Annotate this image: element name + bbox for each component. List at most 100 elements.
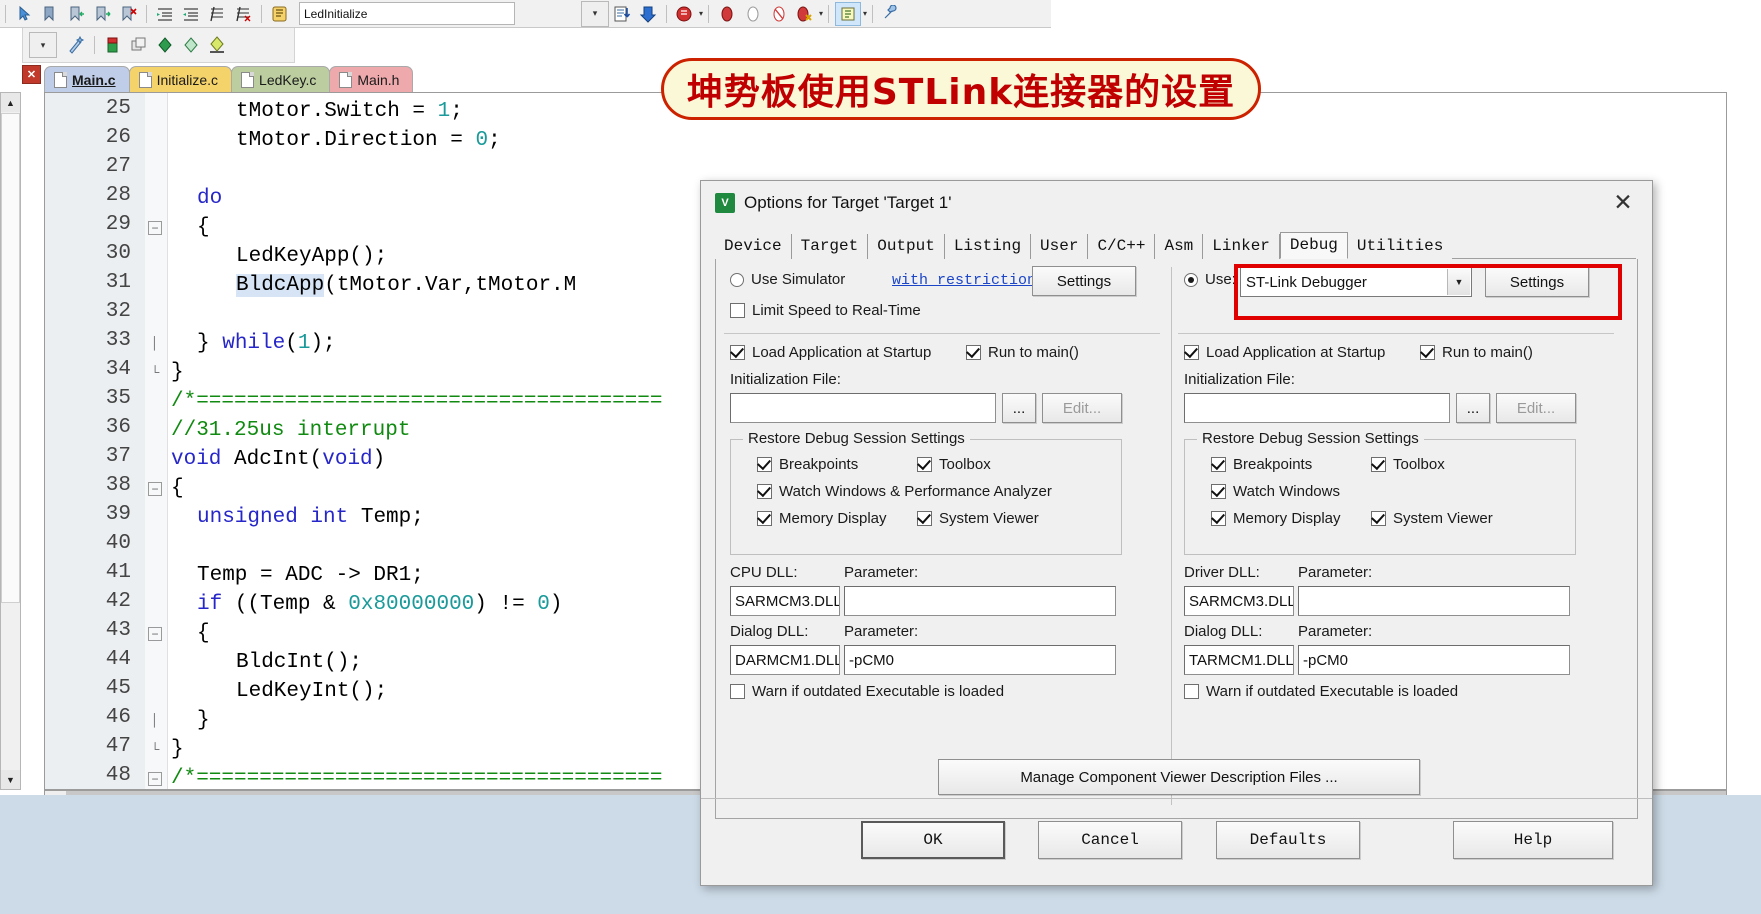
chevron-down-icon[interactable]: ▾ (699, 9, 703, 18)
configure-icon[interactable] (879, 3, 903, 25)
debugger-settings-button[interactable]: Settings (1485, 267, 1589, 297)
dialog-tab-output[interactable]: Output (868, 234, 945, 259)
code-line[interactable]: BldcApp(tMotor.Var,tMotor.M (236, 271, 576, 300)
browse-init-file-button[interactable]: ... (1456, 393, 1490, 423)
debug-start-icon[interactable] (673, 3, 697, 25)
code-line[interactable]: /*===================================== (171, 387, 662, 416)
code-line[interactable]: if ((Temp & 0x80000000) != 0) (197, 590, 563, 619)
initialization-file-input[interactable] (1184, 393, 1450, 423)
dialog-tab-user[interactable]: User (1031, 234, 1088, 259)
code-line[interactable]: } while(1); (197, 329, 336, 358)
simulator-settings-button[interactable]: Settings (1032, 266, 1136, 296)
dialog-dll-input[interactable]: DARMCM1.DLL (730, 645, 840, 675)
dialog-tab-device[interactable]: Device (715, 234, 792, 259)
code-line[interactable]: unsigned int Temp; (197, 503, 424, 532)
memory-display-checkbox[interactable] (1211, 511, 1226, 526)
toolbox-checkbox[interactable] (917, 457, 932, 472)
fold-marker[interactable]: − (148, 482, 162, 496)
chevron-down-icon[interactable]: ▾ (863, 9, 867, 18)
watch-windows-checkbox[interactable] (1211, 484, 1226, 499)
dialog-tab-c-c--[interactable]: C/C++ (1088, 234, 1155, 259)
code-line[interactable]: LedKeyInt(); (236, 677, 387, 706)
dialog-tab-target[interactable]: Target (792, 234, 869, 259)
edit-init-file-button[interactable]: Edit... (1042, 393, 1122, 423)
breakpoints-checkbox[interactable] (757, 457, 772, 472)
pointer-icon[interactable] (12, 3, 36, 25)
watch-window-icon[interactable] (835, 2, 861, 26)
build-dropdown-icon[interactable]: ▾ (29, 32, 57, 58)
comment-icon[interactable] (205, 3, 229, 25)
editor-tab-main-c[interactable]: Main.c (44, 66, 130, 93)
code-line[interactable]: Temp = ADC -> DR1; (197, 561, 424, 590)
defaults-button[interactable]: Defaults (1216, 821, 1360, 859)
outdent-icon[interactable] (179, 3, 203, 25)
dialog-tab-linker[interactable]: Linker (1203, 234, 1280, 259)
run-to-main-checkbox[interactable] (1420, 345, 1435, 360)
initialization-file-input[interactable] (730, 393, 996, 423)
fold-marker[interactable]: − (148, 772, 162, 786)
dialog-tab-utilities[interactable]: Utilities (1348, 234, 1452, 259)
editor-tab-main-h[interactable]: Main.h (329, 66, 413, 93)
chevron-down-icon[interactable]: ▼ (1447, 269, 1470, 295)
debugger-select[interactable]: ST-Link Debugger ▼ (1240, 267, 1472, 297)
code-line[interactable]: { (171, 474, 184, 503)
indent-icon[interactable] (153, 3, 177, 25)
cancel-button[interactable]: Cancel (1038, 821, 1182, 859)
uncomment-icon[interactable] (231, 3, 255, 25)
driver-dll-input[interactable]: SARMCM3.DLL (1184, 586, 1294, 616)
ok-button[interactable]: OK (861, 821, 1005, 859)
browse-init-file-button[interactable]: ... (1002, 393, 1036, 423)
watch-windows-checkbox[interactable] (757, 484, 772, 499)
dialog-tab-listing[interactable]: Listing (945, 234, 1031, 259)
code-line[interactable]: tMotor.Direction = 0; (236, 126, 501, 155)
fold-marker[interactable]: │ (148, 337, 162, 351)
code-line[interactable]: { (197, 213, 210, 242)
load-app-at-startup-checkbox[interactable] (1184, 345, 1199, 360)
code-line[interactable]: do (197, 184, 222, 213)
cpu-dll-input[interactable]: SARMCM3.DLL (730, 586, 840, 616)
fold-marker[interactable]: │ (148, 714, 162, 728)
bookmark-next-icon[interactable] (90, 3, 114, 25)
fold-marker[interactable]: − (148, 221, 162, 235)
target-options-icon[interactable] (268, 3, 292, 25)
help-button[interactable]: Help (1453, 821, 1613, 859)
breakpoints-checkbox[interactable] (1211, 457, 1226, 472)
editor-tab-initialize-c[interactable]: Initialize.c (129, 66, 232, 93)
fold-marker[interactable]: └ (148, 743, 162, 757)
dialog-parameter-input[interactable]: -pCM0 (1298, 645, 1570, 675)
run-to-main-checkbox[interactable] (966, 345, 981, 360)
build-wizard-icon[interactable] (64, 34, 88, 56)
dialog-parameter-input[interactable]: -pCM0 (844, 645, 1116, 675)
driver-parameter-input[interactable] (1298, 586, 1570, 616)
code-line[interactable]: BldcInt(); (236, 648, 362, 677)
dialog-dll-input[interactable]: TARMCM1.DLL (1184, 645, 1294, 675)
disable-breakpoint-icon[interactable] (741, 3, 765, 25)
dialog-title-bar[interactable]: V Options for Target 'Target 1' ✕ (701, 181, 1652, 225)
code-line[interactable]: } (197, 706, 210, 735)
code-line[interactable]: LedKeyApp(); (236, 242, 387, 271)
bookmark-icon[interactable] (38, 3, 62, 25)
editor-vertical-scrollbar[interactable]: ▲ ▼ (0, 92, 21, 790)
build-target-icon[interactable] (101, 34, 125, 56)
warn-outdated-checkbox[interactable] (1184, 684, 1199, 699)
rebuild-icon[interactable] (127, 34, 151, 56)
kill-all-breakpoints-icon[interactable] (767, 3, 791, 25)
edit-init-file-button[interactable]: Edit... (1496, 393, 1576, 423)
code-line[interactable]: //31.25us interrupt (171, 416, 410, 445)
dialog-tab-debug[interactable]: Debug (1280, 232, 1348, 259)
code-line[interactable]: tMotor.Switch = 1; (236, 97, 463, 126)
load-flash-icon[interactable] (205, 34, 229, 56)
batch-build-icon[interactable] (153, 34, 177, 56)
insert-breakpoint-icon[interactable] (715, 3, 739, 25)
scroll-up-icon[interactable]: ▲ (1, 93, 20, 112)
code-line[interactable]: } (171, 358, 184, 387)
load-app-at-startup-checkbox[interactable] (730, 345, 745, 360)
use-debugger-radio[interactable] (1184, 273, 1198, 287)
scroll-down-icon[interactable]: ▼ (1, 770, 20, 789)
code-line[interactable]: { (197, 619, 210, 648)
memory-display-checkbox[interactable] (757, 511, 772, 526)
system-viewer-checkbox[interactable] (1371, 511, 1386, 526)
close-document-button[interactable]: ✕ (22, 65, 41, 84)
code-line[interactable]: } (171, 735, 184, 764)
use-simulator-radio[interactable] (730, 273, 744, 287)
